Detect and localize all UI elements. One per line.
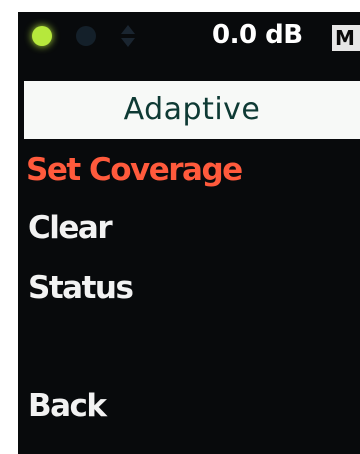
signal-led-icon-dim [76,26,96,46]
menu-item-status[interactable]: Status [28,270,134,306]
menu-item-clear[interactable]: Clear [28,210,113,246]
mode-badge: M [332,25,360,51]
status-bar: 0.0 dB M [18,12,360,58]
menu-item-set-coverage[interactable]: Set Coverage [26,152,243,188]
gain-level-readout: 0.0 dB [212,20,303,50]
up-down-arrows-icon [121,25,135,47]
signal-led-icon [32,26,52,46]
device-screen: 0.0 dB M Adaptive Set Coverage Clear Sta… [18,12,360,454]
menu-item-back[interactable]: Back [28,388,107,424]
menu-title: Adaptive [24,81,360,139]
